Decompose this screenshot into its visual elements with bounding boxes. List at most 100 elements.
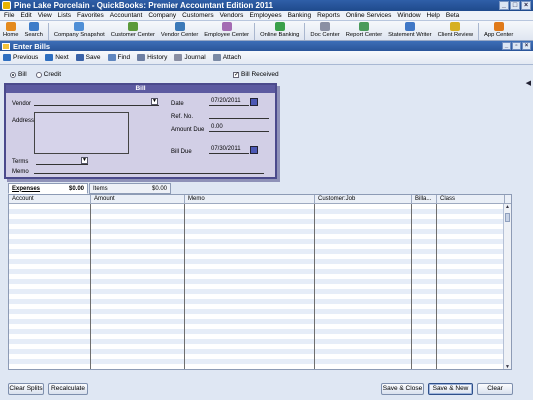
terms-dropdown-icon[interactable]: ▼ — [81, 157, 88, 164]
form-action-label: History — [147, 54, 168, 61]
bill-due-field[interactable]: 07/30/2011 — [209, 145, 249, 154]
amount-due-field[interactable]: 0.00 — [209, 123, 269, 132]
next-icon — [45, 54, 54, 61]
menu-banking[interactable]: Banking — [288, 12, 312, 19]
menu-lists[interactable]: Lists — [58, 12, 71, 19]
toolbar-separator — [47, 23, 49, 40]
journal-icon — [174, 54, 183, 61]
menu-company[interactable]: Company — [148, 12, 176, 19]
toolbar-online-banking-button[interactable]: Online Banking — [257, 21, 302, 38]
window-title: Pine Lake Porcelain - QuickBooks: Premie… — [14, 1, 273, 10]
tab-items[interactable]: Items $0.00 — [89, 183, 171, 194]
menu-accountant[interactable]: Accountant — [110, 12, 143, 19]
expenses-grid: Account Amount Memo Customer:Job Billa... Cla… — [8, 194, 512, 370]
column-header[interactable]: Class — [437, 195, 505, 203]
toolbar-search-button[interactable]: Search — [21, 21, 45, 38]
column-header[interactable]: Billa... — [412, 195, 437, 203]
form-action-label: Find — [117, 54, 131, 61]
vendor-dropdown-icon[interactable]: ▼ — [151, 98, 158, 105]
toolbar-client-review-button[interactable]: Client Review — [435, 21, 476, 38]
attach-button[interactable]: Attach — [212, 54, 242, 61]
toolbar-home-button[interactable]: Home — [0, 21, 21, 38]
menu-employees[interactable]: Employees — [249, 12, 281, 19]
menu-bar: File Edit View Lists Favorites Accountant Comp… — [0, 11, 533, 21]
bill-due-calendar-icon[interactable] — [250, 146, 258, 154]
scroll-thumb[interactable] — [505, 213, 510, 222]
bill-due-label: Bill Due — [171, 149, 192, 155]
history-button[interactable]: History — [137, 54, 167, 61]
vendor-field[interactable] — [34, 97, 159, 106]
maximize-icon[interactable]: □ — [510, 1, 520, 10]
save-button[interactable]: Save — [75, 54, 101, 61]
toolbar-app-center-button[interactable]: App Center — [481, 21, 516, 38]
column-header[interactable]: Account — [9, 195, 91, 203]
memo-label: Memo — [12, 169, 29, 175]
ref-no-label: Ref. No. — [171, 114, 194, 120]
grid-scrollbar[interactable]: ▲ ▼ — [503, 204, 511, 369]
menu-edit[interactable]: Edit — [20, 12, 31, 19]
find-button[interactable]: Find — [107, 54, 131, 61]
save-close-button[interactable]: Save & Close — [381, 383, 424, 395]
form-action-label: Next — [55, 54, 69, 61]
customer-icon — [127, 22, 138, 31]
memo-field[interactable] — [34, 165, 264, 174]
credit-radio[interactable] — [35, 71, 42, 78]
tab-expenses-label: Expenses — [12, 185, 41, 192]
sub-close-icon[interactable]: × — [522, 42, 531, 50]
sub-minimize-icon[interactable]: _ — [502, 42, 511, 50]
minimize-icon[interactable]: _ — [499, 1, 509, 10]
toolbar-statement-writer-button[interactable]: Statement Writer — [385, 21, 434, 38]
menu-file[interactable]: File — [4, 12, 14, 19]
toolbar-report-center-button[interactable]: Report Center — [343, 21, 385, 38]
clear-button[interactable]: Clear — [477, 383, 513, 395]
next-button[interactable]: Next — [45, 54, 69, 61]
menu-online-services[interactable]: Online Services — [346, 12, 392, 19]
toolbar-doc-center-button[interactable]: Doc Center — [307, 21, 342, 38]
toolbar-employee-center-button[interactable]: Employee Center — [201, 21, 252, 38]
close-icon[interactable]: × — [521, 1, 531, 10]
grid-rows[interactable] — [9, 204, 505, 369]
bill-received-checkbox[interactable]: ✓ — [233, 71, 239, 78]
clear-splits-button[interactable]: Clear Splits — [8, 383, 44, 395]
bill-received-label: Bill Received — [241, 71, 279, 78]
column-header[interactable]: Memo — [185, 195, 315, 203]
bill-radio[interactable] — [10, 71, 16, 78]
column-divider — [436, 204, 437, 369]
credit-radio-label: Credit — [43, 71, 62, 78]
menu-view[interactable]: View — [38, 12, 52, 19]
date-field[interactable]: 07/20/2011 — [209, 97, 249, 106]
column-header[interactable]: Customer:Job — [315, 195, 412, 203]
menu-customers[interactable]: Customers — [182, 12, 213, 19]
scroll-down-icon[interactable]: ▼ — [504, 364, 511, 369]
tab-items-amount: $0.00 — [151, 185, 167, 192]
history-icon — [137, 54, 146, 61]
side-panel-arrow-icon[interactable]: ◀ — [526, 79, 531, 87]
enter-bills-window: Enter Bills _ ▫ × Previous Next Save Find Hi… — [0, 41, 533, 400]
toolbar-customer-center-button[interactable]: Customer Center — [108, 21, 158, 38]
menu-vendors[interactable]: Vendors — [220, 12, 244, 19]
menu-help[interactable]: Help — [427, 12, 440, 19]
toolbar-label: Client Review — [437, 32, 474, 38]
sub-restore-icon[interactable]: ▫ — [512, 42, 521, 50]
tab-expenses[interactable]: Expenses $0.00 — [8, 183, 88, 194]
recalculate-button[interactable]: Recalculate — [48, 383, 88, 395]
toolbar-label: Customer Center — [110, 32, 155, 38]
scroll-up-icon[interactable]: ▲ — [504, 204, 511, 211]
address-box[interactable] — [34, 112, 129, 154]
previous-button[interactable]: Previous — [3, 54, 38, 61]
save-new-button[interactable]: Save & New — [428, 383, 473, 395]
form-action-label: Previous — [13, 54, 39, 61]
menu-window[interactable]: Window — [397, 12, 420, 19]
journal-button[interactable]: Journal — [174, 54, 206, 61]
menu-beta[interactable]: Beta — [446, 12, 459, 19]
menu-reports[interactable]: Reports — [317, 12, 340, 19]
toolbar-vendor-center-button[interactable]: Vendor Center — [158, 21, 201, 38]
menu-favorites[interactable]: Favorites — [77, 12, 104, 19]
ref-no-field[interactable] — [209, 110, 269, 119]
toolbar-label: App Center — [484, 32, 514, 38]
toolbar-company-snapshot-button[interactable]: Company Snapshot — [51, 21, 108, 38]
date-calendar-icon[interactable] — [250, 98, 258, 106]
column-header[interactable]: Amount — [91, 195, 185, 203]
toolbar-label: Search — [24, 32, 43, 38]
form-action-label: Attach — [222, 54, 242, 61]
